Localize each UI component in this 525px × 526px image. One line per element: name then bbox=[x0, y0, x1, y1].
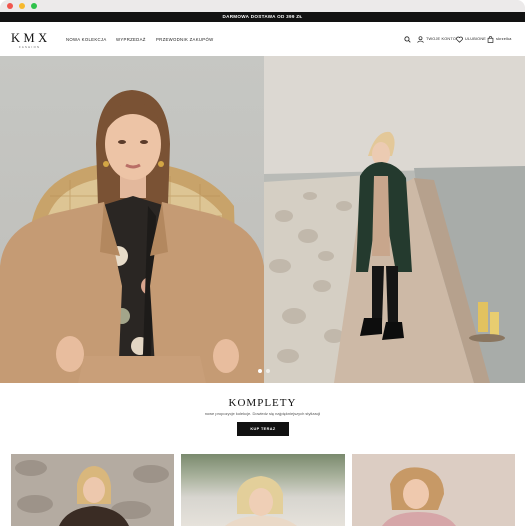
search-icon bbox=[404, 35, 411, 43]
cart-link[interactable]: skrzelka bbox=[487, 35, 512, 43]
site-header: KMX FASHION NOWA KOLEKCJA WYPRZEDAŻ PRZE… bbox=[0, 22, 525, 56]
site-logo-subtitle: FASHION bbox=[19, 45, 41, 49]
bag-icon bbox=[487, 35, 494, 43]
wishlist-label: ULUBIONE bbox=[465, 37, 487, 41]
section-subtitle: nowe propozycje kolekcje. Dowiedz się na… bbox=[204, 411, 321, 416]
window-maximize-button[interactable] bbox=[31, 3, 37, 9]
hero-image-blazer-model bbox=[0, 56, 264, 383]
hero-image-seaside-model bbox=[264, 56, 525, 383]
nav-new-collection[interactable]: NOWA KOLEKCJA bbox=[66, 37, 107, 42]
product-tile-rocks[interactable] bbox=[11, 454, 174, 526]
nav-shopping-guide[interactable]: PRZEWODNIK ZAKUPÓW bbox=[156, 37, 213, 42]
window-minimize-button[interactable] bbox=[19, 3, 25, 9]
user-icon bbox=[417, 35, 424, 43]
account-link[interactable]: TWOJE KONTO bbox=[417, 35, 456, 43]
section-title: KOMPLETY bbox=[228, 397, 297, 409]
site-logo[interactable]: KMX bbox=[11, 31, 51, 46]
hero-slider[interactable] bbox=[0, 56, 525, 383]
slider-dot-1[interactable] bbox=[258, 369, 262, 373]
promo-bar: DARMOWA DOSTAWA OD 399 ZŁ bbox=[0, 12, 525, 22]
hero-slider-pagination bbox=[258, 369, 270, 373]
wishlist-link[interactable]: ULUBIONE bbox=[456, 35, 486, 43]
cart-label: skrzelka bbox=[496, 37, 512, 41]
search-button[interactable] bbox=[404, 35, 411, 43]
nav-sale[interactable]: WYPRZEDAŻ bbox=[116, 37, 146, 42]
slider-dot-2[interactable] bbox=[266, 369, 270, 373]
window-close-button[interactable] bbox=[7, 3, 13, 9]
account-label: TWOJE KONTO bbox=[426, 37, 456, 41]
heart-icon bbox=[456, 36, 463, 43]
shop-now-button[interactable]: KUP TERAZ bbox=[237, 422, 289, 436]
browser-chrome bbox=[0, 0, 525, 12]
product-tile-studio[interactable] bbox=[352, 454, 515, 526]
product-tile-beach[interactable] bbox=[181, 454, 345, 526]
